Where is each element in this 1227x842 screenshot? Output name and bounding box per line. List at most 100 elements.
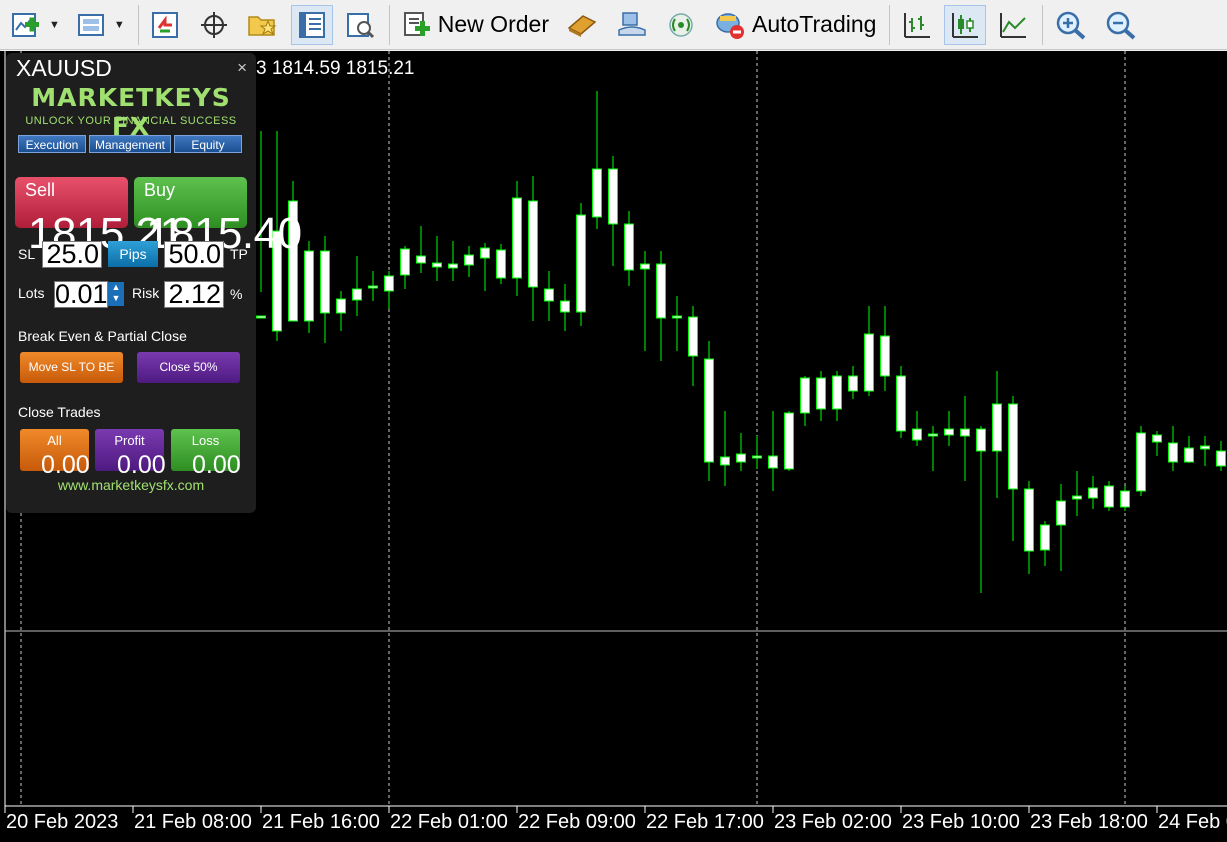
candle-body	[528, 200, 538, 288]
strategy-tester-button[interactable]	[339, 5, 381, 45]
candle-body	[1168, 442, 1178, 463]
candle-body	[368, 285, 378, 289]
all-value: 0.00	[41, 451, 90, 479]
autotrading-button[interactable]: AutoTrading	[708, 5, 881, 45]
tp-input[interactable]: 50.0	[164, 241, 224, 268]
candlestick-button[interactable]	[944, 4, 987, 45]
candle-body	[672, 315, 682, 319]
candle-body	[848, 375, 858, 392]
candle-body	[1040, 524, 1050, 551]
time-axis-label: 22 Feb 17:00	[646, 811, 764, 833]
crosshair-button[interactable]	[193, 5, 235, 45]
close-50-button[interactable]: Close 50%	[137, 352, 240, 383]
candle-body	[512, 197, 522, 279]
candle-body	[688, 316, 698, 357]
market-watch-button[interactable]	[145, 5, 187, 45]
panel-close-icon[interactable]: ×	[237, 58, 247, 78]
bar-chart-button[interactable]	[896, 5, 938, 45]
lots-input[interactable]: 0.01	[54, 281, 108, 308]
move-sl-to-be-button[interactable]: Move SL TO BE	[20, 352, 123, 383]
toolbar-separator	[1042, 4, 1044, 45]
candle-body	[832, 375, 842, 410]
candle-body	[1024, 488, 1034, 552]
candle-body	[256, 315, 266, 319]
loss-label: Loss	[191, 433, 220, 448]
panel-symbol: XAUUSD	[16, 55, 112, 81]
candle-body	[784, 412, 794, 470]
lots-stepper-icon[interactable]: ▲ ▼	[108, 282, 124, 306]
time-axis-label: 22 Feb 01:00	[390, 811, 508, 833]
profiles-button[interactable]: ▼	[71, 5, 130, 45]
pips-button[interactable]: Pips	[108, 241, 158, 267]
candle-body	[352, 288, 362, 301]
time-axis-label: 23 Feb 02:00	[774, 811, 892, 833]
candle-body	[1184, 447, 1194, 463]
line-chart-icon	[1000, 12, 1027, 38]
data-window-icon	[298, 11, 325, 38]
time-axis-label: 20 Feb 2023	[6, 811, 118, 833]
candle-body	[1152, 434, 1162, 443]
sl-input[interactable]: 25.0	[42, 241, 102, 268]
candle-body	[496, 249, 506, 279]
candle-body	[544, 288, 554, 302]
new-chart-button[interactable]: ▼	[6, 5, 65, 45]
tab-execution[interactable]: Execution	[18, 135, 86, 153]
time-axis-label: 24 Feb 0	[1158, 811, 1227, 833]
all-label: All	[47, 433, 62, 448]
time-axis-label: 22 Feb 09:00	[518, 811, 636, 833]
loss-value: 0.00	[192, 451, 241, 479]
profit-value: 0.00	[117, 451, 166, 479]
tab-equity[interactable]: Equity	[174, 135, 242, 153]
website-link[interactable]: www.marketkeysfx.com	[16, 477, 246, 493]
sell-label: Sell	[25, 180, 56, 200]
percent-label: %	[230, 286, 243, 302]
favorites-button[interactable]	[241, 5, 285, 45]
candle-body	[1104, 485, 1114, 508]
signal-icon	[669, 12, 693, 37]
candle-body	[592, 168, 602, 218]
new-order-label: New Order	[437, 11, 549, 37]
profit-label: Profit	[114, 433, 145, 448]
candle-body	[1088, 487, 1098, 499]
toolbar-separator	[137, 4, 139, 45]
candle-body	[1056, 500, 1066, 526]
candle-body	[928, 433, 938, 437]
data-window-button[interactable]	[290, 4, 333, 45]
autotrading-icon	[716, 12, 744, 39]
chevron-down-icon[interactable]: ▼	[49, 19, 60, 31]
candle-body	[448, 263, 458, 269]
marketkeys-panel: XAUUSD × MARKETKEYS FX UNLOCK YOUR FINAN…	[6, 53, 302, 513]
candle-body	[816, 377, 826, 410]
candle-body	[768, 455, 778, 469]
chevron-down-icon[interactable]: ▼	[114, 19, 125, 31]
market-watch-icon	[151, 11, 178, 38]
break-even-title: Break Even & Partial Close	[18, 328, 187, 344]
candle-body	[1120, 490, 1130, 508]
candle-body	[400, 248, 410, 276]
price-header: 3 1814.59 1815.21	[256, 58, 415, 79]
close-trades-title: Close Trades	[18, 404, 101, 420]
time-axis-label: 21 Feb 16:00	[262, 811, 380, 833]
signals-button[interactable]	[660, 5, 702, 45]
metaeditor-button[interactable]	[560, 5, 604, 45]
candle-body	[464, 254, 474, 266]
candle-body	[480, 247, 490, 259]
tp-label: TP	[230, 246, 248, 262]
candle-body	[944, 428, 954, 436]
new-order-button[interactable]: New Order	[396, 5, 554, 45]
candle-body	[560, 300, 570, 313]
zoom-in-button[interactable]	[1049, 5, 1093, 45]
candlestick-icon	[952, 12, 979, 38]
tab-management[interactable]: Management	[89, 135, 171, 153]
buy-label: Buy	[144, 180, 176, 200]
terminal-button[interactable]	[610, 5, 654, 45]
candle-body	[432, 262, 442, 268]
risk-input[interactable]: 2.12	[164, 281, 224, 308]
terminal-icon	[618, 11, 646, 36]
time-axis-label: 23 Feb 10:00	[902, 811, 1020, 833]
zoom-out-button[interactable]	[1099, 5, 1143, 45]
candle-body	[1008, 403, 1018, 490]
folder-star-icon	[248, 15, 277, 36]
book-icon	[567, 14, 597, 37]
line-chart-button[interactable]	[992, 5, 1034, 45]
